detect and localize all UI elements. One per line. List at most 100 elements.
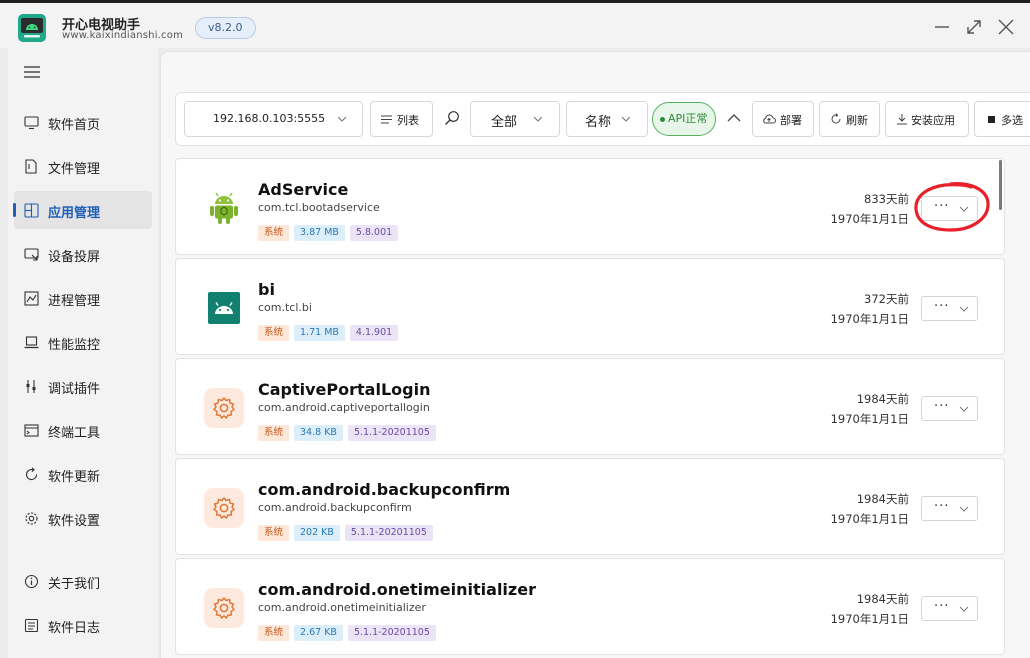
folder-icon (25, 159, 37, 174)
plug-icon (26, 380, 36, 393)
sidebar-item-plugins[interactable]: 调试插件 (14, 367, 152, 405)
app-tags: 系统 34.8 KB 5.1.1-20201105 (258, 420, 441, 441)
install-app-label: 安装应用 (911, 114, 955, 127)
app-date: 1970年1月1日 (830, 612, 909, 626)
app-row[interactable]: bi com.tcl.bi 系统 1.71 MB 4.1.901 372天前 197… (175, 258, 1005, 355)
app-package: com.tcl.bootadservice (258, 201, 380, 214)
system-tag: 系统 (258, 625, 290, 641)
size-tag: 202 KB (294, 525, 340, 541)
scrollbar-thumb[interactable] (999, 160, 1002, 210)
gear-icon (204, 388, 244, 428)
view-list-label: 列表 (397, 114, 419, 127)
sidebar-item-label: 进程管理 (48, 294, 101, 309)
size-tag: 34.8 KB (294, 425, 343, 441)
refresh-button[interactable]: 刷新 (819, 101, 880, 137)
sidebar-item-label: 软件日志 (48, 621, 101, 636)
app-row[interactable]: com.android.onetimeinitializer com.andro… (175, 558, 1005, 655)
monitor-icon (24, 116, 39, 130)
app-title: AdService (258, 180, 349, 199)
android-teal-icon (208, 292, 240, 324)
refresh-label: 刷新 (846, 114, 868, 127)
sidebar-item-label: 软件首页 (48, 118, 101, 133)
sidebar-item-about[interactable]: 关于我们 (14, 562, 152, 600)
sidebar-item-label: 设备投屏 (48, 250, 101, 265)
status-dot-icon (660, 116, 665, 122)
sidebar-item-apps[interactable]: 应用管理 (13, 191, 152, 229)
filter-select[interactable]: 全部 (470, 101, 560, 137)
gear-icon (25, 512, 38, 525)
cast-icon (24, 248, 39, 261)
sidebar-item-performance[interactable]: 性能监控 (14, 323, 152, 361)
info-icon (24, 574, 39, 589)
checkbox-icon (988, 116, 995, 123)
version-tag: 5.1.1-20201105 (347, 625, 436, 641)
sidebar-item-files[interactable]: 文件管理 (14, 147, 152, 185)
system-tag: 系统 (258, 425, 290, 441)
api-status-badge: API正常 (652, 102, 716, 136)
view-list-button[interactable]: 列表 (370, 101, 433, 137)
device-select[interactable]: 192.168.0.103:5555 (184, 101, 363, 137)
search-icon[interactable] (444, 110, 460, 126)
sidebar-item-log[interactable]: 软件日志 (14, 606, 152, 644)
sidebar: 软件首页 文件管理 应用管理 设备投屏 进程管理 性能监控 调试插件 终端工具 … (8, 48, 158, 658)
version-tag: 4.1.901 (349, 325, 399, 341)
more-dots: ··· (934, 199, 950, 214)
apps-icon (24, 203, 39, 218)
app-title: com.android.onetimeinitializer (258, 580, 536, 599)
app-tags: 系统 2.67 KB 5.1.1-20201105 (258, 620, 441, 641)
sidebar-item-terminal[interactable]: 终端工具 (14, 411, 152, 449)
filter-value: 全部 (491, 115, 518, 130)
system-tag: 系统 (258, 225, 290, 241)
sidebar-item-label: 文件管理 (48, 162, 101, 177)
android-robot-icon (210, 192, 238, 224)
chevron-up-icon[interactable] (726, 110, 742, 126)
app-tags: 系统 3.87 MB 5.8.001 (258, 220, 403, 241)
close-icon[interactable] (997, 18, 1015, 36)
size-tag: 3.87 MB (294, 225, 345, 241)
more-actions-button[interactable]: ··· (921, 496, 978, 521)
main-panel: 192.168.0.103:5555 列表 全部 名称 API正常 部署 刷新 … (160, 51, 1030, 658)
more-actions-button[interactable]: ··· (921, 196, 978, 221)
title-bar: 开心电视助手 www.kaixindianshi.com v8.2.0 (0, 3, 1030, 48)
more-actions-button[interactable]: ··· (921, 396, 978, 421)
app-row[interactable]: AdService com.tcl.bootadservice 系统 3.87 M… (175, 158, 1005, 255)
app-days-ago: 1984天前 (856, 492, 909, 506)
multiselect-button[interactable]: 多选 (974, 101, 1030, 137)
deploy-button[interactable]: 部署 (752, 101, 814, 137)
more-dots: ··· (934, 499, 950, 514)
menu-icon[interactable] (24, 66, 40, 78)
sidebar-item-cast[interactable]: 设备投屏 (14, 235, 152, 273)
laptop-icon (24, 336, 39, 349)
app-tags: 系统 202 KB 5.1.1-20201105 (258, 520, 438, 541)
sidebar-item-label: 关于我们 (48, 577, 101, 592)
app-row[interactable]: CaptivePortalLogin com.android.captivepo… (175, 358, 1005, 455)
app-url: www.kaixindianshi.com (62, 30, 184, 41)
app-package: com.android.onetimeinitializer (258, 601, 426, 614)
version-tag: 5.1.1-20201105 (347, 425, 436, 441)
sidebar-item-home[interactable]: 软件首页 (14, 103, 152, 141)
sidebar-item-label: 性能监控 (48, 338, 101, 353)
app-row[interactable]: com.android.backupconfirm com.android.ba… (175, 458, 1005, 555)
chevron-down-icon (621, 116, 631, 122)
app-logo-icon (18, 14, 46, 42)
app-date: 1970年1月1日 (830, 312, 909, 326)
sidebar-item-label: 调试插件 (48, 382, 101, 397)
more-actions-button[interactable]: ··· (921, 296, 978, 321)
active-indicator (13, 203, 16, 217)
sidebar-item-update[interactable]: 软件更新 (14, 455, 152, 493)
chevron-down-icon (959, 206, 969, 212)
install-app-button[interactable]: 安装应用 (885, 101, 969, 137)
minimize-icon[interactable] (933, 18, 951, 36)
system-tag: 系统 (258, 325, 290, 341)
sidebar-item-process[interactable]: 进程管理 (14, 279, 152, 317)
download-icon (897, 114, 907, 125)
sort-select[interactable]: 名称 (566, 101, 648, 137)
more-actions-button[interactable]: ··· (921, 596, 978, 621)
log-icon (24, 618, 39, 633)
sidebar-item-settings[interactable]: 软件设置 (14, 499, 152, 537)
app-list: AdService com.tcl.bootadservice 系统 3.87 M… (175, 158, 1008, 658)
multiselect-label: 多选 (1001, 114, 1023, 127)
app-title: bi (258, 280, 275, 299)
maximize-icon[interactable] (965, 18, 983, 36)
size-tag: 2.67 KB (294, 625, 343, 641)
